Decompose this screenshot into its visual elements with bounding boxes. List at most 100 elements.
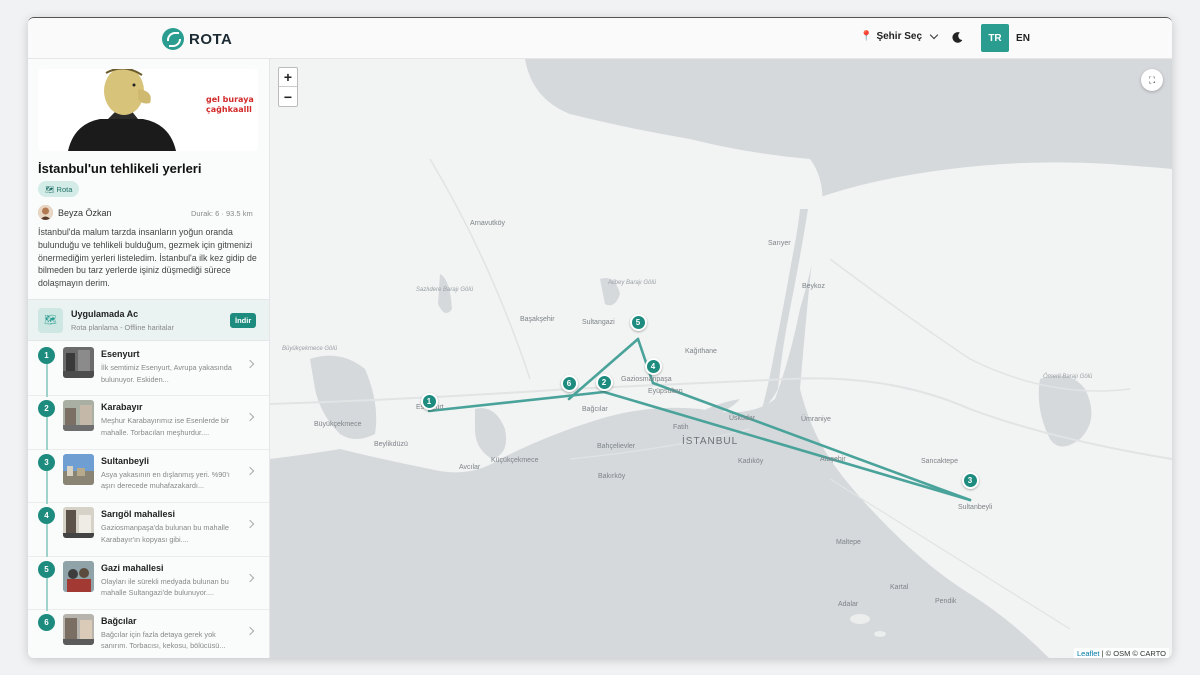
map-label: Eyüpsultan <box>648 388 683 395</box>
map-label: Büyükçekmece <box>314 421 362 428</box>
leaflet-link[interactable]: Leaflet <box>1077 649 1100 658</box>
stop-description: İlk semtimiz Esenyurt, Avrupa yakasında … <box>101 363 232 384</box>
map-label: Fatih <box>673 424 689 431</box>
map-label: Maltepe <box>836 539 861 546</box>
map-label: Sancaktepe <box>921 458 958 465</box>
stop-description: Meşhur Karabayırımız ise Esenlerde bir m… <box>101 416 230 437</box>
stop-name: Esenyurt <box>101 349 140 359</box>
map-marker[interactable]: 5 <box>629 313 647 331</box>
map-label: Beylikdüzü <box>374 441 408 448</box>
stop-description: Olayları ile sürekli medyada bulunan bu … <box>101 576 229 598</box>
route-title: İstanbul'un tehlikeli yerleri <box>38 161 202 176</box>
zoom-control: + − <box>278 67 298 107</box>
map-label: Büyükçekmece Gölü <box>282 346 338 352</box>
top-navbar: ROTA 📍 Şehir Seç TR EN <box>28 18 1172 59</box>
attribution-text: | © OSM © CARTO <box>1099 649 1166 658</box>
map-label: Kağıthane <box>685 348 717 355</box>
map-label: Başakşehir <box>520 316 555 323</box>
map-marker[interactable]: 4 <box>644 357 662 375</box>
app-card-title: Uygulamada Ac <box>71 309 139 319</box>
lang-en-button[interactable]: EN <box>1011 24 1035 52</box>
route-map[interactable]: Arnavutköy Sarıyer Beykoz Sazlıdere Bara… <box>270 59 1172 658</box>
map-label: Sultanbeyli <box>958 504 993 511</box>
stop-item[interactable]: 6 Bağcılar Bağcılar için fazla detaya ge… <box>28 610 269 658</box>
map-label: Ümraniye <box>801 416 831 423</box>
stop-item[interactable]: 5 Gazi mahallesi Olayları ile sürekli me… <box>28 557 269 611</box>
route-cover-image: gel buraya çağhkaalll <box>38 69 258 151</box>
zoom-in-button[interactable]: + <box>279 68 297 87</box>
map-label: Avcılar <box>459 464 481 471</box>
stop-connector <box>46 524 48 558</box>
download-button[interactable]: İndir <box>230 313 257 328</box>
stop-item[interactable]: 4 Sarıgöl mahallesi Gaziosmanpaşa'da bul… <box>28 503 269 558</box>
route-sidebar: gel buraya çağhkaalll İstanbul'un tehlik… <box>28 59 270 658</box>
map-label: Kartal <box>890 584 909 591</box>
fullscreen-button[interactable]: ⛶ <box>1141 69 1163 91</box>
map-marker[interactable]: 3 <box>961 471 979 489</box>
stop-connector <box>46 577 48 611</box>
stop-item[interactable]: 1 Esenyurt İlk semtimiz Esenyurt, Avrupa… <box>28 343 269 397</box>
stop-item[interactable]: 3 Sultanbeyli Asya yakasının en dışlanmı… <box>28 450 269 504</box>
stop-name: Sarıgöl mahallesi <box>101 509 176 520</box>
app-card-subtitle: Rota planlama - Offline haritalar <box>71 323 174 332</box>
stop-thumbnail <box>63 400 94 432</box>
stop-thumbnail <box>63 613 94 645</box>
dark-mode-toggle-icon[interactable] <box>951 31 964 44</box>
map-marker[interactable]: 6 <box>560 374 578 392</box>
route-tag-label: Rota <box>56 184 73 194</box>
map-marker[interactable]: 2 <box>595 373 613 391</box>
stop-description: Bağcılar için fazla detaya gerek yok san… <box>101 629 226 651</box>
map-label: Beykoz <box>802 283 825 290</box>
route-meta: Durak: 6 · 93.5 km <box>191 209 253 218</box>
stop-description: Gaziosmanpaşa'da bulunan bu mahalle Kara… <box>101 523 229 544</box>
logo-icon <box>162 28 184 50</box>
route-description: İstanbul'da malum tarzda insanların yoğu… <box>38 227 257 289</box>
chevron-right-icon <box>245 626 255 636</box>
chevron-right-icon <box>245 466 255 476</box>
map-label: Bağcılar <box>582 406 608 413</box>
map-label: Gaziosmanpaşa <box>621 376 672 383</box>
stop-item[interactable]: 2 Karabayır Meşhur Karabayırımız ise Ese… <box>28 396 269 451</box>
stop-name: Sultanbeyli <box>101 455 150 466</box>
open-in-app-card[interactable]: 🗺 Uygulamada Ac Rota planlama - Offline … <box>28 299 269 341</box>
app-window: ROTA 📍 Şehir Seç TR EN gel buraya çağhka… <box>28 17 1172 658</box>
map-label: Sazlıdere Barajı Gölü <box>416 287 474 293</box>
stop-number: 4 <box>38 507 55 525</box>
chevron-right-icon <box>245 359 255 369</box>
stop-list: 1 Esenyurt İlk semtimiz Esenyurt, Avrupa… <box>28 343 269 658</box>
stop-number: 6 <box>38 613 55 631</box>
map-label: Sultangazi <box>582 319 615 326</box>
map-label: İSTANBUL <box>682 436 739 447</box>
map-label: Ataşehir <box>820 456 846 463</box>
city-select-dropdown[interactable]: 📍 Şehir Seç <box>860 30 939 42</box>
stop-name: Gazi mahallesi <box>101 562 164 573</box>
stop-thumbnail <box>63 453 94 485</box>
logo-text: ROTA <box>189 30 233 48</box>
lang-tr-button[interactable]: TR <box>981 24 1009 52</box>
map-label: Arnavutköy <box>470 220 506 227</box>
route-tag: 🗺 Rota <box>38 181 80 197</box>
map-label: Pendik <box>935 598 957 605</box>
stop-number: 5 <box>38 560 55 578</box>
author-name[interactable]: Beyza Özkan <box>58 208 112 218</box>
cover-caption: gel buraya çağhkaalll <box>206 95 254 114</box>
zoom-out-button[interactable]: − <box>279 87 297 106</box>
map-label: Kadıköy <box>738 458 764 465</box>
stop-number: 2 <box>38 400 55 418</box>
stop-number: 3 <box>38 453 55 471</box>
author-avatar[interactable] <box>38 205 53 220</box>
map-icon: 🗺 <box>38 308 63 333</box>
logo[interactable]: ROTA <box>162 28 232 50</box>
chevron-right-icon <box>245 519 255 529</box>
map-tiles <box>270 59 1172 658</box>
stop-connector <box>46 470 48 504</box>
map-label: Bahçelievler <box>597 443 636 450</box>
map-label: Küçükçekmece <box>491 457 539 464</box>
map-marker[interactable]: 1 <box>420 392 438 410</box>
stop-name: Bağcılar <box>101 615 137 626</box>
stop-name: Karabayır <box>101 402 143 413</box>
stop-thumbnail <box>63 560 94 592</box>
stop-connector <box>46 417 48 451</box>
city-select-label: Şehir Seç <box>876 31 923 42</box>
map-label: Üsküdar <box>729 415 756 422</box>
